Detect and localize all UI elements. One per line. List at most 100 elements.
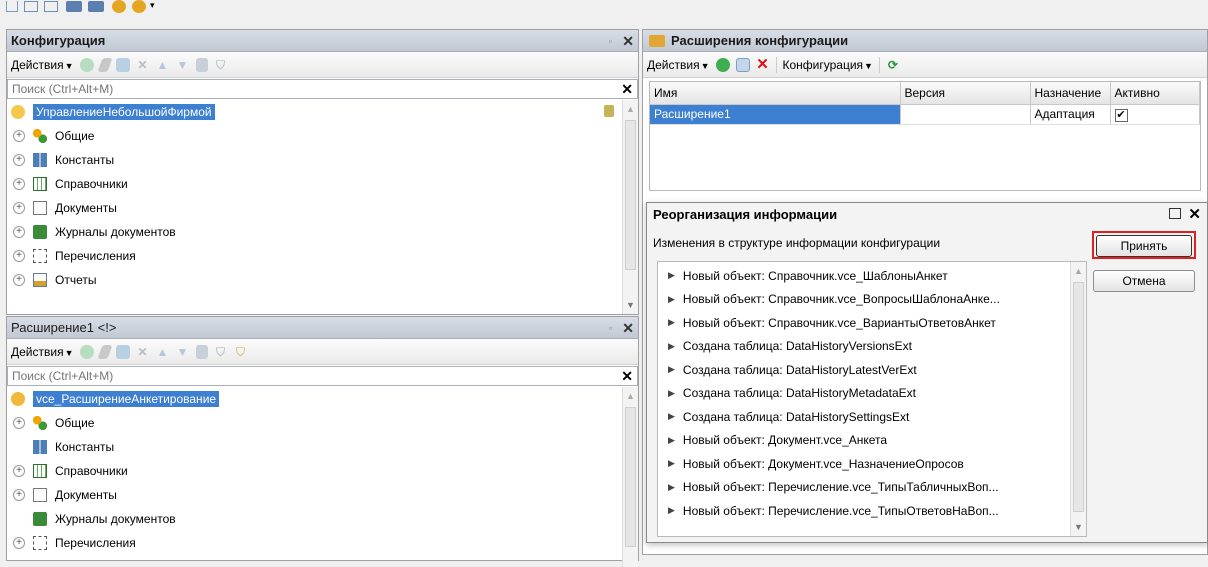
expand-arrow-icon[interactable]: ▶ <box>668 388 675 399</box>
reorg-scrollbar[interactable]: ▲ ▼ <box>1070 262 1086 536</box>
add-icon[interactable] <box>79 344 94 359</box>
tree-item-catalogs[interactable]: + Справочники <box>7 172 638 196</box>
scroll-down-icon[interactable]: ▼ <box>1074 522 1083 532</box>
play-icon[interactable] <box>112 0 126 13</box>
expand-icon[interactable]: + <box>13 130 25 142</box>
move-up-icon[interactable]: ▲ <box>156 345 170 359</box>
list-item[interactable]: ▶ Новый объект: Справочник.vce_ВариантыОт… <box>658 311 1086 335</box>
extension-search-input[interactable] <box>8 367 637 385</box>
expand-icon[interactable]: + <box>13 274 25 286</box>
properties-icon[interactable] <box>195 57 208 72</box>
expand-arrow-icon[interactable]: ▶ <box>668 341 675 352</box>
expand-arrow-icon[interactable]: ▶ <box>668 317 675 328</box>
list-item[interactable]: ▶ Новый объект: Справочник.vce_ВопросыШаб… <box>658 288 1086 312</box>
tree-item-constants[interactable]: Константы <box>7 435 638 459</box>
close-icon[interactable]: ✕ <box>622 30 634 52</box>
list-item[interactable]: ▶ Создана таблица: DataHistoryMetadataExt <box>658 382 1086 406</box>
scroll-up-icon[interactable]: ▲ <box>626 104 635 114</box>
list-item[interactable]: ▶ Создана таблица: DataHistorySettingsExt <box>658 405 1086 429</box>
copy-icon[interactable] <box>115 57 130 72</box>
dropdown-icon[interactable]: ▾ <box>150 0 155 11</box>
tree-item-journals[interactable]: Журналы документов <box>7 507 638 531</box>
tree-root[interactable]: УправлениеНебольшойФирмой <box>7 100 638 124</box>
scroll-up-icon[interactable]: ▲ <box>1074 266 1083 276</box>
expand-arrow-icon[interactable]: ▶ <box>668 482 675 493</box>
list-item[interactable]: ▶ Новый объект: Перечисление.vce_ТипыОтве… <box>658 499 1086 523</box>
delete-icon[interactable]: ✕ <box>136 345 150 359</box>
load-icon[interactable] <box>735 57 750 72</box>
copy-icon[interactable] <box>115 344 130 359</box>
column-header-version[interactable]: Версия <box>900 82 1031 105</box>
expand-arrow-icon[interactable]: ▶ <box>668 270 675 281</box>
config-search-input[interactable] <box>8 80 637 98</box>
configuration-menu[interactable]: Конфигурация▼ <box>783 58 873 72</box>
add-icon[interactable] <box>79 57 94 72</box>
pin-icon[interactable]: ▫ <box>609 317 612 339</box>
cancel-button[interactable]: Отмена <box>1093 270 1195 292</box>
expand-arrow-icon[interactable]: ▶ <box>668 435 675 446</box>
extension-version-cell[interactable] <box>900 104 1031 125</box>
list-item[interactable]: ▶ Новый объект: Перечисление.vce_ТипыТабл… <box>658 476 1086 500</box>
scroll-thumb[interactable] <box>1073 282 1084 512</box>
expand-arrow-icon[interactable]: ▶ <box>668 458 675 469</box>
grid-icon[interactable] <box>88 1 104 12</box>
column-header-active[interactable]: Активно <box>1110 82 1200 105</box>
expand-icon[interactable]: + <box>13 417 25 429</box>
extension-name-cell[interactable]: Расширение1 <box>650 104 901 125</box>
edit-icon[interactable] <box>96 344 113 359</box>
list-item[interactable]: ▶ Создана таблица: DataHistoryVersionsExt <box>658 335 1086 359</box>
list-item[interactable]: ▶ Новый объект: Документ.vce_Анкета <box>658 429 1086 453</box>
close-icon[interactable]: ✕ <box>622 317 634 339</box>
tree-item-documents[interactable]: + Документы <box>7 196 638 220</box>
tree-item-common[interactable]: + Общие <box>7 124 638 148</box>
column-header-name[interactable]: Имя <box>650 82 901 105</box>
expand-icon[interactable]: + <box>13 154 25 166</box>
list-item[interactable]: ▶ Создана таблица: DataHistoryLatestVerEx… <box>658 358 1086 382</box>
move-down-icon[interactable]: ▼ <box>176 58 190 72</box>
filter-icon[interactable]: ⛉ <box>214 58 228 72</box>
table-row[interactable]: Расширение1 Адаптация ✔ <box>650 104 1200 125</box>
scroll-thumb[interactable] <box>625 407 636 547</box>
play-icon[interactable] <box>132 0 146 13</box>
tree-item-catalogs[interactable]: + Справочники <box>7 459 638 483</box>
expand-icon[interactable]: + <box>13 226 25 238</box>
scroll-thumb[interactable] <box>625 120 636 270</box>
tree-item-common[interactable]: + Общие <box>7 411 638 435</box>
actions-menu[interactable]: Действия▼ <box>11 58 74 72</box>
filter-extension-icon[interactable]: ⛉ <box>234 345 248 359</box>
tree-item-documents[interactable]: + Документы <box>7 483 638 507</box>
expand-icon[interactable]: + <box>13 489 25 501</box>
tree-item-enums[interactable]: + Перечисления <box>7 244 638 268</box>
list-item[interactable]: ▶ Новый объект: Справочник.vce_ШаблоныАнк… <box>658 264 1086 288</box>
delete-icon[interactable]: ✕ <box>756 57 770 72</box>
actions-menu[interactable]: Действия▼ <box>11 345 74 359</box>
expand-arrow-icon[interactable]: ▶ <box>668 505 675 516</box>
clear-search-icon[interactable]: ✕ <box>621 367 633 385</box>
extension-purpose-cell[interactable]: Адаптация <box>1030 104 1111 125</box>
extension-active-cell[interactable]: ✔ <box>1110 104 1200 125</box>
extension-search[interactable]: ✕ <box>7 366 638 386</box>
active-checkbox[interactable]: ✔ <box>1114 108 1128 122</box>
config-scrollbar[interactable]: ▲ ▼ <box>622 100 638 314</box>
extension-scrollbar[interactable]: ▲ <box>622 387 638 567</box>
delete-icon[interactable]: ✕ <box>136 58 150 72</box>
bracket-icon[interactable] <box>6 1 18 12</box>
properties-icon[interactable] <box>195 344 208 359</box>
tree-item-enums[interactable]: + Перечисления <box>7 531 638 555</box>
expand-icon[interactable]: + <box>13 250 25 262</box>
refresh-icon[interactable]: ⟳ <box>886 58 900 72</box>
expand-icon[interactable]: + <box>13 178 25 190</box>
table-icon[interactable] <box>24 1 38 12</box>
scroll-up-icon[interactable]: ▲ <box>626 391 635 401</box>
expand-arrow-icon[interactable]: ▶ <box>668 364 675 375</box>
tree-item-constants[interactable]: + Константы <box>7 148 638 172</box>
expand-icon[interactable]: + <box>13 202 25 214</box>
actions-menu[interactable]: Действия▼ <box>647 58 710 72</box>
tree-root[interactable]: vce_РасширениеАнкетирование <box>7 387 638 411</box>
maximize-icon[interactable] <box>1169 208 1181 219</box>
close-icon[interactable]: ✕ <box>1188 203 1201 227</box>
expand-arrow-icon[interactable]: ▶ <box>668 294 675 305</box>
accept-button[interactable]: Принять <box>1096 235 1192 257</box>
move-up-icon[interactable]: ▲ <box>156 58 170 72</box>
add-icon[interactable] <box>715 57 730 72</box>
